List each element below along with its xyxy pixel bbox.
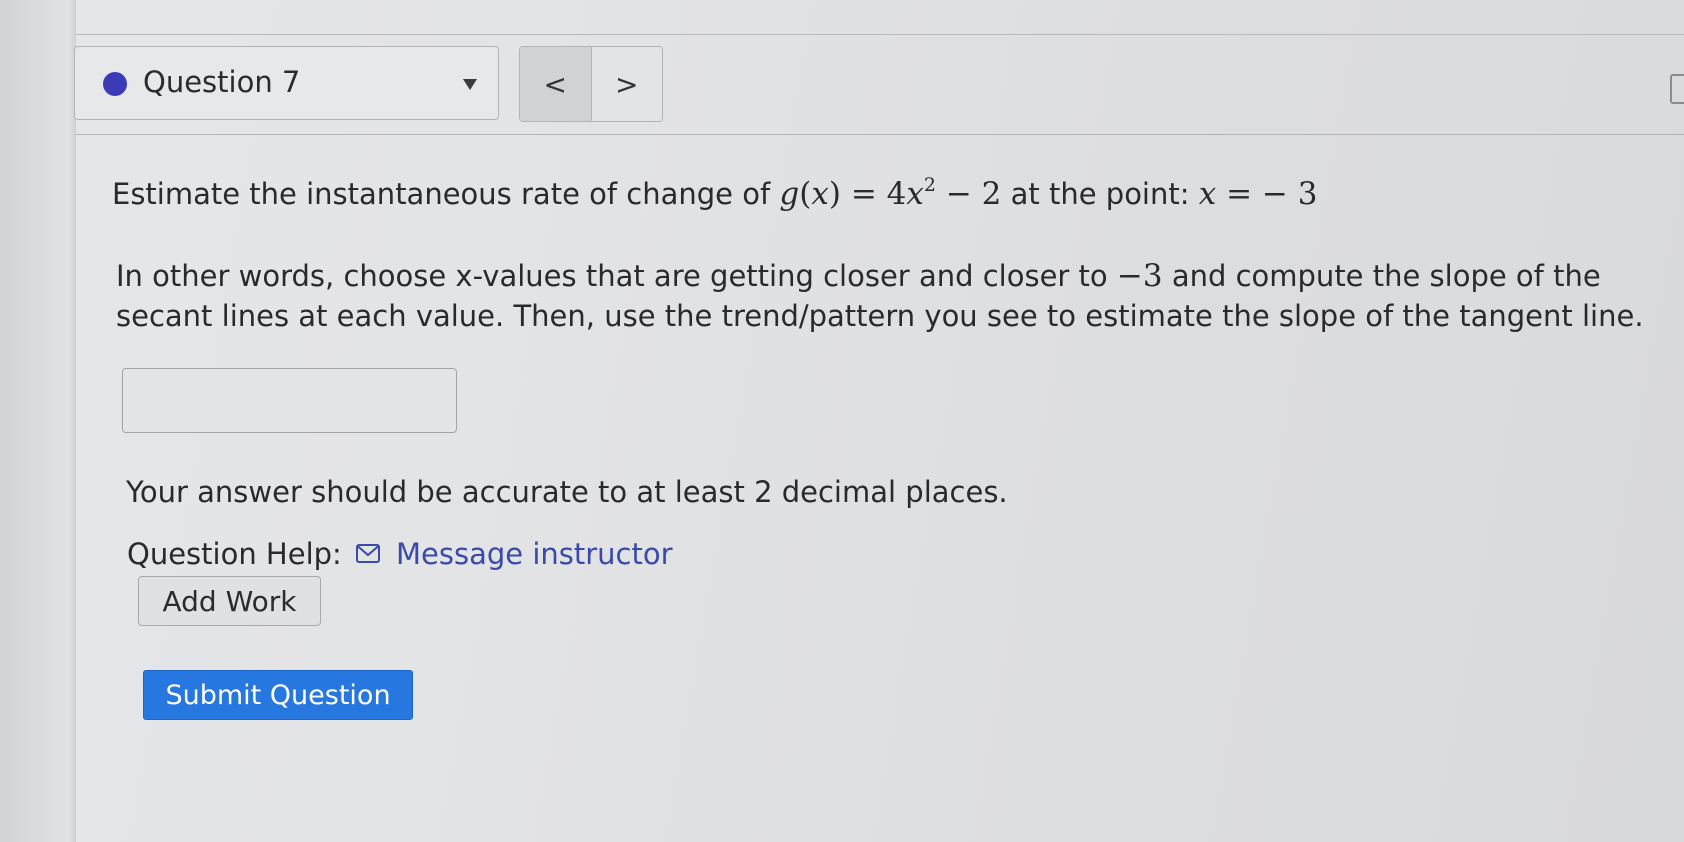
- envelope-icon[interactable]: [356, 544, 380, 563]
- add-work-button[interactable]: Add Work: [138, 576, 321, 626]
- top-score-bar: [76, 0, 1684, 35]
- problem-intro: Estimate the instantaneous rate of chang…: [112, 177, 771, 211]
- question-help-label: Question Help:: [127, 537, 342, 571]
- question-status-dot: [103, 72, 127, 96]
- problem-statement: Estimate the instantaneous rate of chang…: [112, 174, 1318, 213]
- question-selector[interactable]: Question 7: [74, 46, 499, 120]
- function-exponent: 2: [923, 174, 936, 196]
- instructions-value: −3: [1116, 258, 1163, 294]
- function-constant: − 2: [945, 176, 1002, 212]
- point-variable: x: [1198, 176, 1217, 212]
- point-value: − 3: [1261, 176, 1318, 212]
- instructions-text-before: In other words, choose x-values that are…: [116, 259, 1108, 293]
- dropdown-caret-icon: [463, 79, 477, 90]
- previous-question-button[interactable]: <: [520, 47, 592, 121]
- accuracy-note: Your answer should be accurate to at lea…: [126, 475, 1008, 509]
- function-coefficient: 4: [886, 176, 907, 212]
- question-nav: < >: [519, 46, 663, 122]
- answer-input[interactable]: [122, 368, 457, 433]
- submit-question-button[interactable]: Submit Question: [143, 670, 413, 720]
- function-variable: x: [811, 176, 829, 212]
- point-text: at the point:: [1010, 177, 1190, 211]
- next-question-button[interactable]: >: [591, 47, 662, 121]
- message-instructor-link[interactable]: Message instructor: [396, 537, 673, 571]
- edge-icon[interactable]: [1670, 74, 1684, 104]
- function-name: g: [779, 176, 800, 212]
- function-expression: g(x) = 4x2 − 2: [779, 174, 1002, 213]
- page: Question 7 < > Estimate the instantaneou…: [0, 0, 1684, 842]
- header-divider: [76, 134, 1684, 135]
- function-term-variable: x: [906, 176, 924, 212]
- instructions-paragraph: In other words, choose x-values that are…: [116, 256, 1656, 336]
- point-expression: x = − 3: [1198, 176, 1318, 212]
- left-margin: [0, 0, 76, 842]
- question-label: Question 7: [143, 65, 301, 99]
